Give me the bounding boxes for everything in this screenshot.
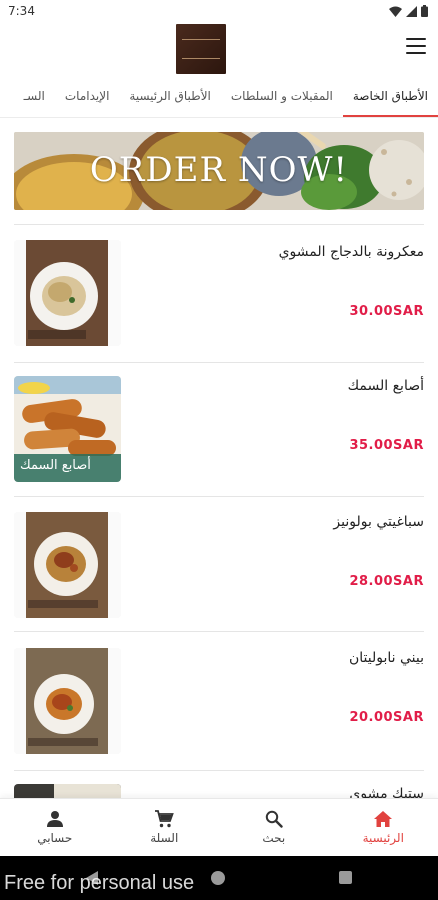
wifi-icon [389, 6, 402, 17]
divider [14, 770, 424, 771]
menu-item[interactable]: سباغيتي بولونيز 28.00SAR [14, 512, 424, 622]
item-name: بيني نابوليتان [348, 650, 424, 666]
watermark-text: Free for personal use [4, 872, 195, 894]
search-icon [265, 810, 283, 828]
hamburger-icon[interactable] [406, 38, 426, 54]
home-icon [374, 811, 393, 827]
restaurant-logo[interactable] [176, 24, 226, 74]
cart-icon [155, 810, 175, 828]
menu-item[interactable]: بيني نابوليتان 20.00SAR [14, 648, 424, 758]
item-price: 35.00SAR [349, 438, 424, 453]
item-image-caption: أصابع السمك [20, 458, 91, 473]
nav-cart[interactable]: السلة [110, 799, 220, 856]
nav-search-label: بحث [262, 831, 286, 845]
item-image: أصابع السمك [14, 376, 121, 482]
item-name: أصابع السمك [347, 378, 424, 394]
item-name: سباغيتي بولونيز [333, 514, 424, 530]
battery-icon [421, 5, 428, 17]
divider [14, 362, 424, 363]
nav-cart-label: السلة [150, 831, 179, 845]
item-price: 28.00SAR [349, 574, 424, 589]
divider [14, 631, 424, 632]
item-image [14, 784, 121, 798]
menu-content: ORDER NOW! معكرونة بالدجاج المشوي 30.00S… [0, 118, 438, 798]
tab-more[interactable]: السـ [14, 82, 55, 117]
item-image [14, 240, 121, 346]
bottom-navigation: الرئيسية بحث السلة حسابي [0, 798, 438, 856]
banner-text: ORDER NOW! [89, 150, 349, 190]
item-image [14, 512, 121, 618]
nav-account-label: حسابي [37, 831, 73, 845]
item-price: 20.00SAR [349, 710, 424, 725]
status-bar: 7:34 [0, 0, 438, 24]
category-tabs: الأطباق الخاصة المقبلات و السلطات الأطبا… [0, 82, 438, 118]
item-name: ستيك مشوي [349, 786, 424, 798]
tab-main-dishes[interactable]: الأطباق الرئيسية [119, 82, 220, 117]
nav-home[interactable]: الرئيسية [329, 799, 438, 856]
signal-icon [406, 5, 417, 17]
tab-stews[interactable]: الإيدامات [55, 82, 120, 117]
nav-home-label: الرئيسية [362, 831, 404, 845]
item-price: 30.00SAR [349, 304, 424, 319]
nav-search[interactable]: بحث [219, 799, 329, 856]
tab-appetizers-salads[interactable]: المقبلات و السلطات [221, 82, 343, 117]
recents-icon[interactable] [338, 870, 353, 885]
divider [14, 496, 424, 497]
status-time: 7:34 [8, 4, 35, 18]
person-icon [46, 811, 63, 827]
nav-account[interactable]: حسابي [0, 799, 110, 856]
tab-special-dishes[interactable]: الأطباق الخاصة [342, 82, 438, 117]
item-name: معكرونة بالدجاج المشوي [278, 244, 424, 260]
status-icons [389, 5, 428, 17]
app-header [0, 24, 438, 82]
home-circle-icon[interactable] [210, 870, 226, 886]
item-image [14, 648, 121, 754]
menu-item[interactable]: ستيك مشوي [14, 784, 424, 798]
order-now-banner[interactable]: ORDER NOW! [14, 132, 424, 210]
menu-item[interactable]: أصابع السمك أصابع السمك 35.00SAR [14, 376, 424, 486]
divider [14, 224, 424, 225]
menu-item[interactable]: معكرونة بالدجاج المشوي 30.00SAR [14, 240, 424, 350]
